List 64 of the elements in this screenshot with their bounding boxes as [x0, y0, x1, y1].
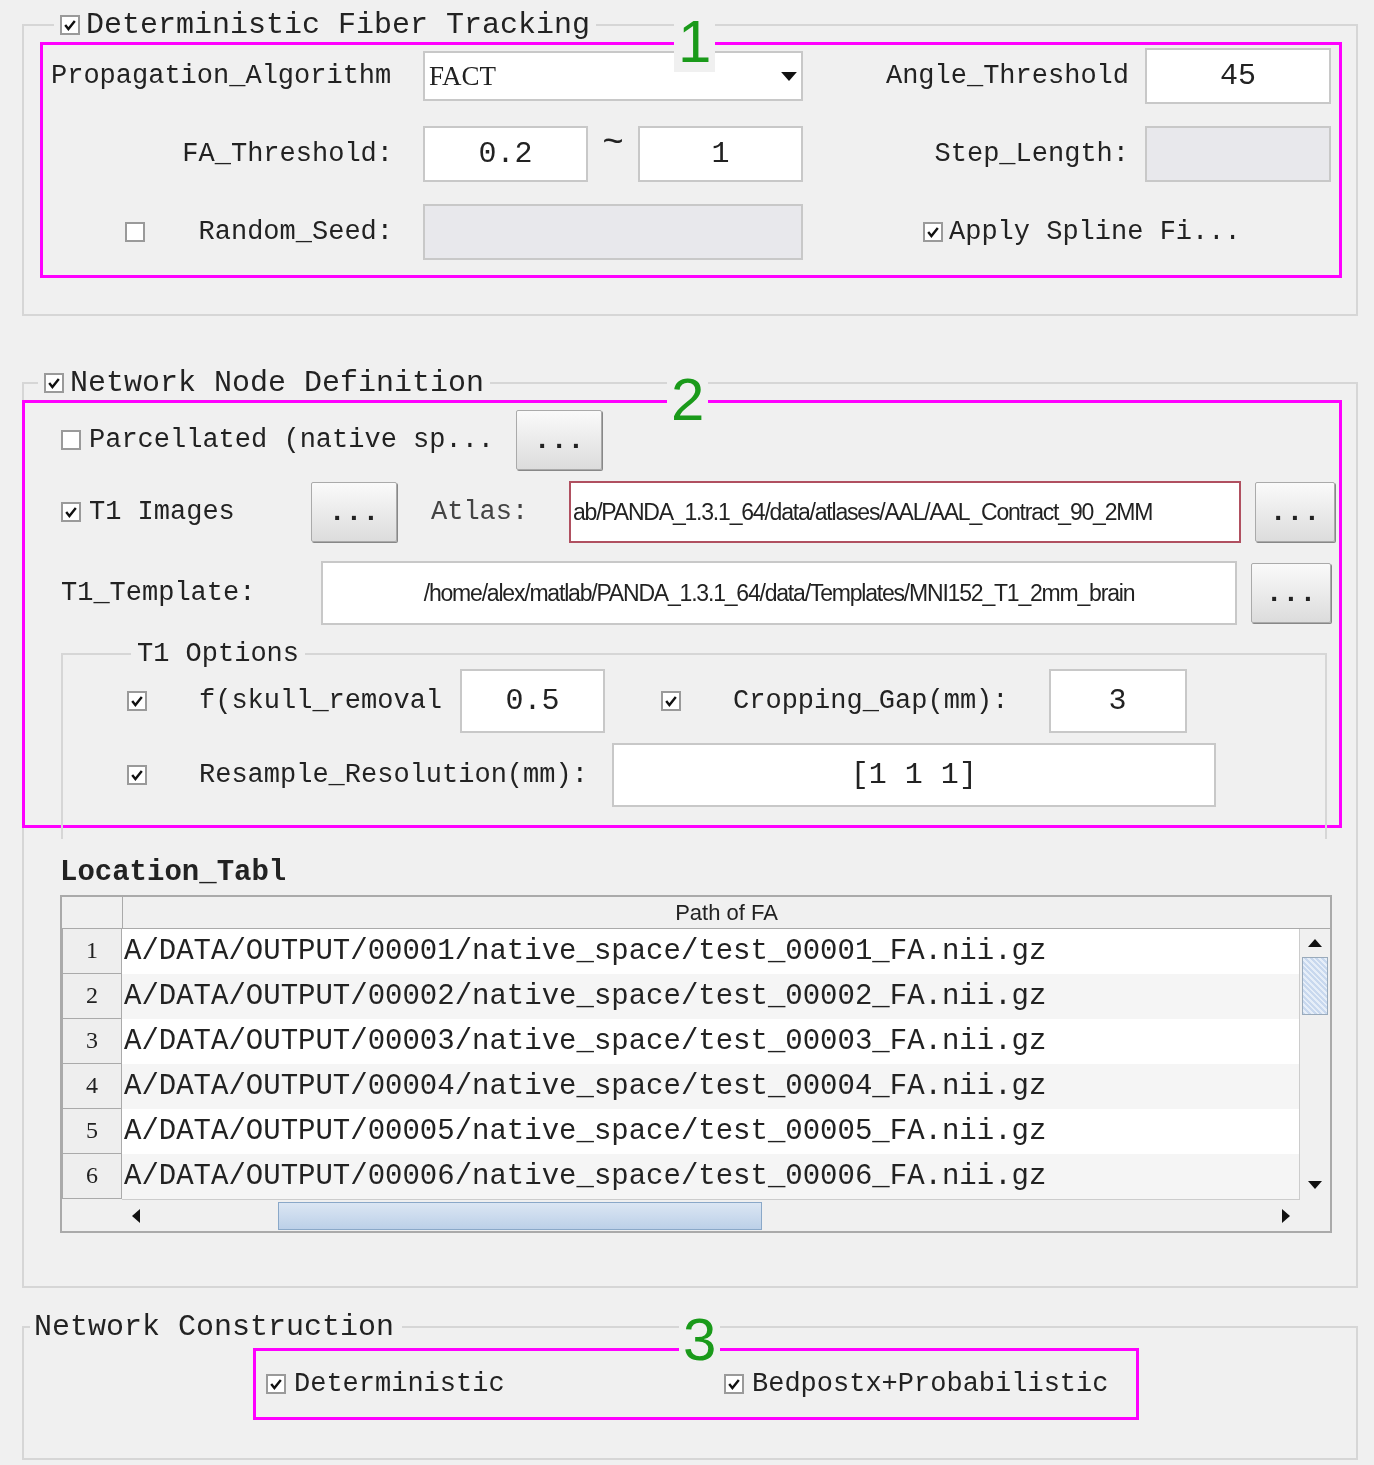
checkbox[interactable]: [661, 691, 682, 711]
checkbox[interactable]: [127, 765, 147, 785]
row-header[interactable]: 2: [62, 974, 122, 1019]
field-label: Atlas:: [431, 497, 530, 527]
input-field[interactable]: 0.5: [460, 669, 606, 733]
vertical-scrollbar[interactable]: [1299, 929, 1330, 1199]
horizontal-scrollbar[interactable]: [122, 1199, 1300, 1231]
section-title: Network Construction: [34, 1310, 395, 1344]
input-field[interactable]: 45: [1145, 48, 1331, 104]
section-title: Deterministic Fiber Tracking: [86, 8, 591, 42]
checkbox-label: Deterministic: [294, 1369, 505, 1399]
checkbox[interactable]: [60, 15, 80, 35]
section-title: Network Node Definition: [70, 366, 485, 400]
checkbox[interactable]: [61, 502, 81, 522]
table-cell: A/DATA/OUTPUT/00001/native_space/test_00001_FA.nii.gz: [122, 929, 1299, 974]
table-title: Location_Tabl: [60, 856, 288, 889]
checkbox-label: Resample_Resolution(mm):: [199, 760, 588, 790]
checkbox-label: T1 Images: [89, 497, 236, 527]
input-field[interactable]: [1 1 1]: [611, 743, 1216, 807]
path-field[interactable]: /home/alex/matlab/PANDA_1.3.1_64/data/Templates/MNI152_T1_2mm_brain: [321, 561, 1237, 625]
table-cell: A/DATA/OUTPUT/00006/native_space/test_00006_FA.nii.gz: [122, 1154, 1299, 1199]
field-label: Propagation_Algorithm: [51, 61, 392, 91]
row-header[interactable]: 4: [62, 1064, 122, 1109]
checkbox-label: Bedpostx+Probabilistic: [752, 1369, 1109, 1399]
checkbox[interactable]: [923, 222, 943, 242]
group-title: T1 Options: [136, 639, 301, 669]
row-header[interactable]: 3: [62, 1019, 122, 1064]
field-label: Step_Length:: [934, 139, 1129, 169]
browse-button[interactable]: ...: [1251, 563, 1331, 623]
scroll-thumb[interactable]: [1302, 957, 1328, 1015]
checkbox[interactable]: [61, 430, 81, 450]
scroll-down-icon[interactable]: [1308, 1181, 1322, 1189]
checkbox-label: f(skull_removal: [199, 686, 443, 716]
row-header[interactable]: 5: [62, 1109, 122, 1154]
scroll-up-icon[interactable]: [1308, 939, 1322, 947]
input-field[interactable]: 0.2: [423, 126, 588, 182]
checkbox[interactable]: [127, 691, 147, 711]
path-field[interactable]: ab/PANDA_1.3.1_64/data/atlases/AAL/AAL_Contract_90_2MM: [569, 481, 1241, 543]
checkbox[interactable]: [44, 373, 64, 393]
scroll-thumb[interactable]: [278, 1201, 762, 1230]
browse-button[interactable]: ...: [1255, 482, 1335, 542]
range-separator: ~: [601, 126, 625, 162]
field-label: Random_Seed:: [198, 217, 393, 247]
input-field[interactable]: 1: [638, 126, 803, 182]
table-cell: A/DATA/OUTPUT/00003/native_space/test_00003_FA.nii.gz: [122, 1019, 1299, 1064]
input-field[interactable]: 3: [1048, 669, 1187, 733]
scroll-left-icon[interactable]: [132, 1208, 140, 1223]
browse-button[interactable]: ...: [311, 482, 397, 542]
checkbox[interactable]: [724, 1374, 744, 1394]
field-label: T1_Template:: [61, 578, 257, 608]
row-header[interactable]: 1: [62, 929, 122, 974]
checkbox-label: Apply Spline Fi...: [949, 217, 1241, 247]
caret-icon: [781, 71, 797, 81]
field-label: FA_Threshold:: [182, 139, 393, 169]
row-header[interactable]: 6: [62, 1154, 122, 1199]
field-label: Angle_Threshold: [885, 61, 1129, 91]
table-cell: A/DATA/OUTPUT/00004/native_space/test_00004_FA.nii.gz: [122, 1064, 1299, 1109]
browse-button[interactable]: ...: [516, 410, 603, 470]
table-cell: A/DATA/OUTPUT/00002/native_space/test_00002_FA.nii.gz: [122, 974, 1299, 1019]
checkbox-label: Parcellated (native sp...: [89, 425, 495, 455]
scroll-right-icon[interactable]: [1282, 1208, 1290, 1223]
checkbox[interactable]: [266, 1374, 286, 1394]
checkbox-label: Cropping_Gap(mm):: [733, 686, 1009, 716]
table-cell: A/DATA/OUTPUT/00005/native_space/test_00005_FA.nii.gz: [122, 1109, 1299, 1154]
